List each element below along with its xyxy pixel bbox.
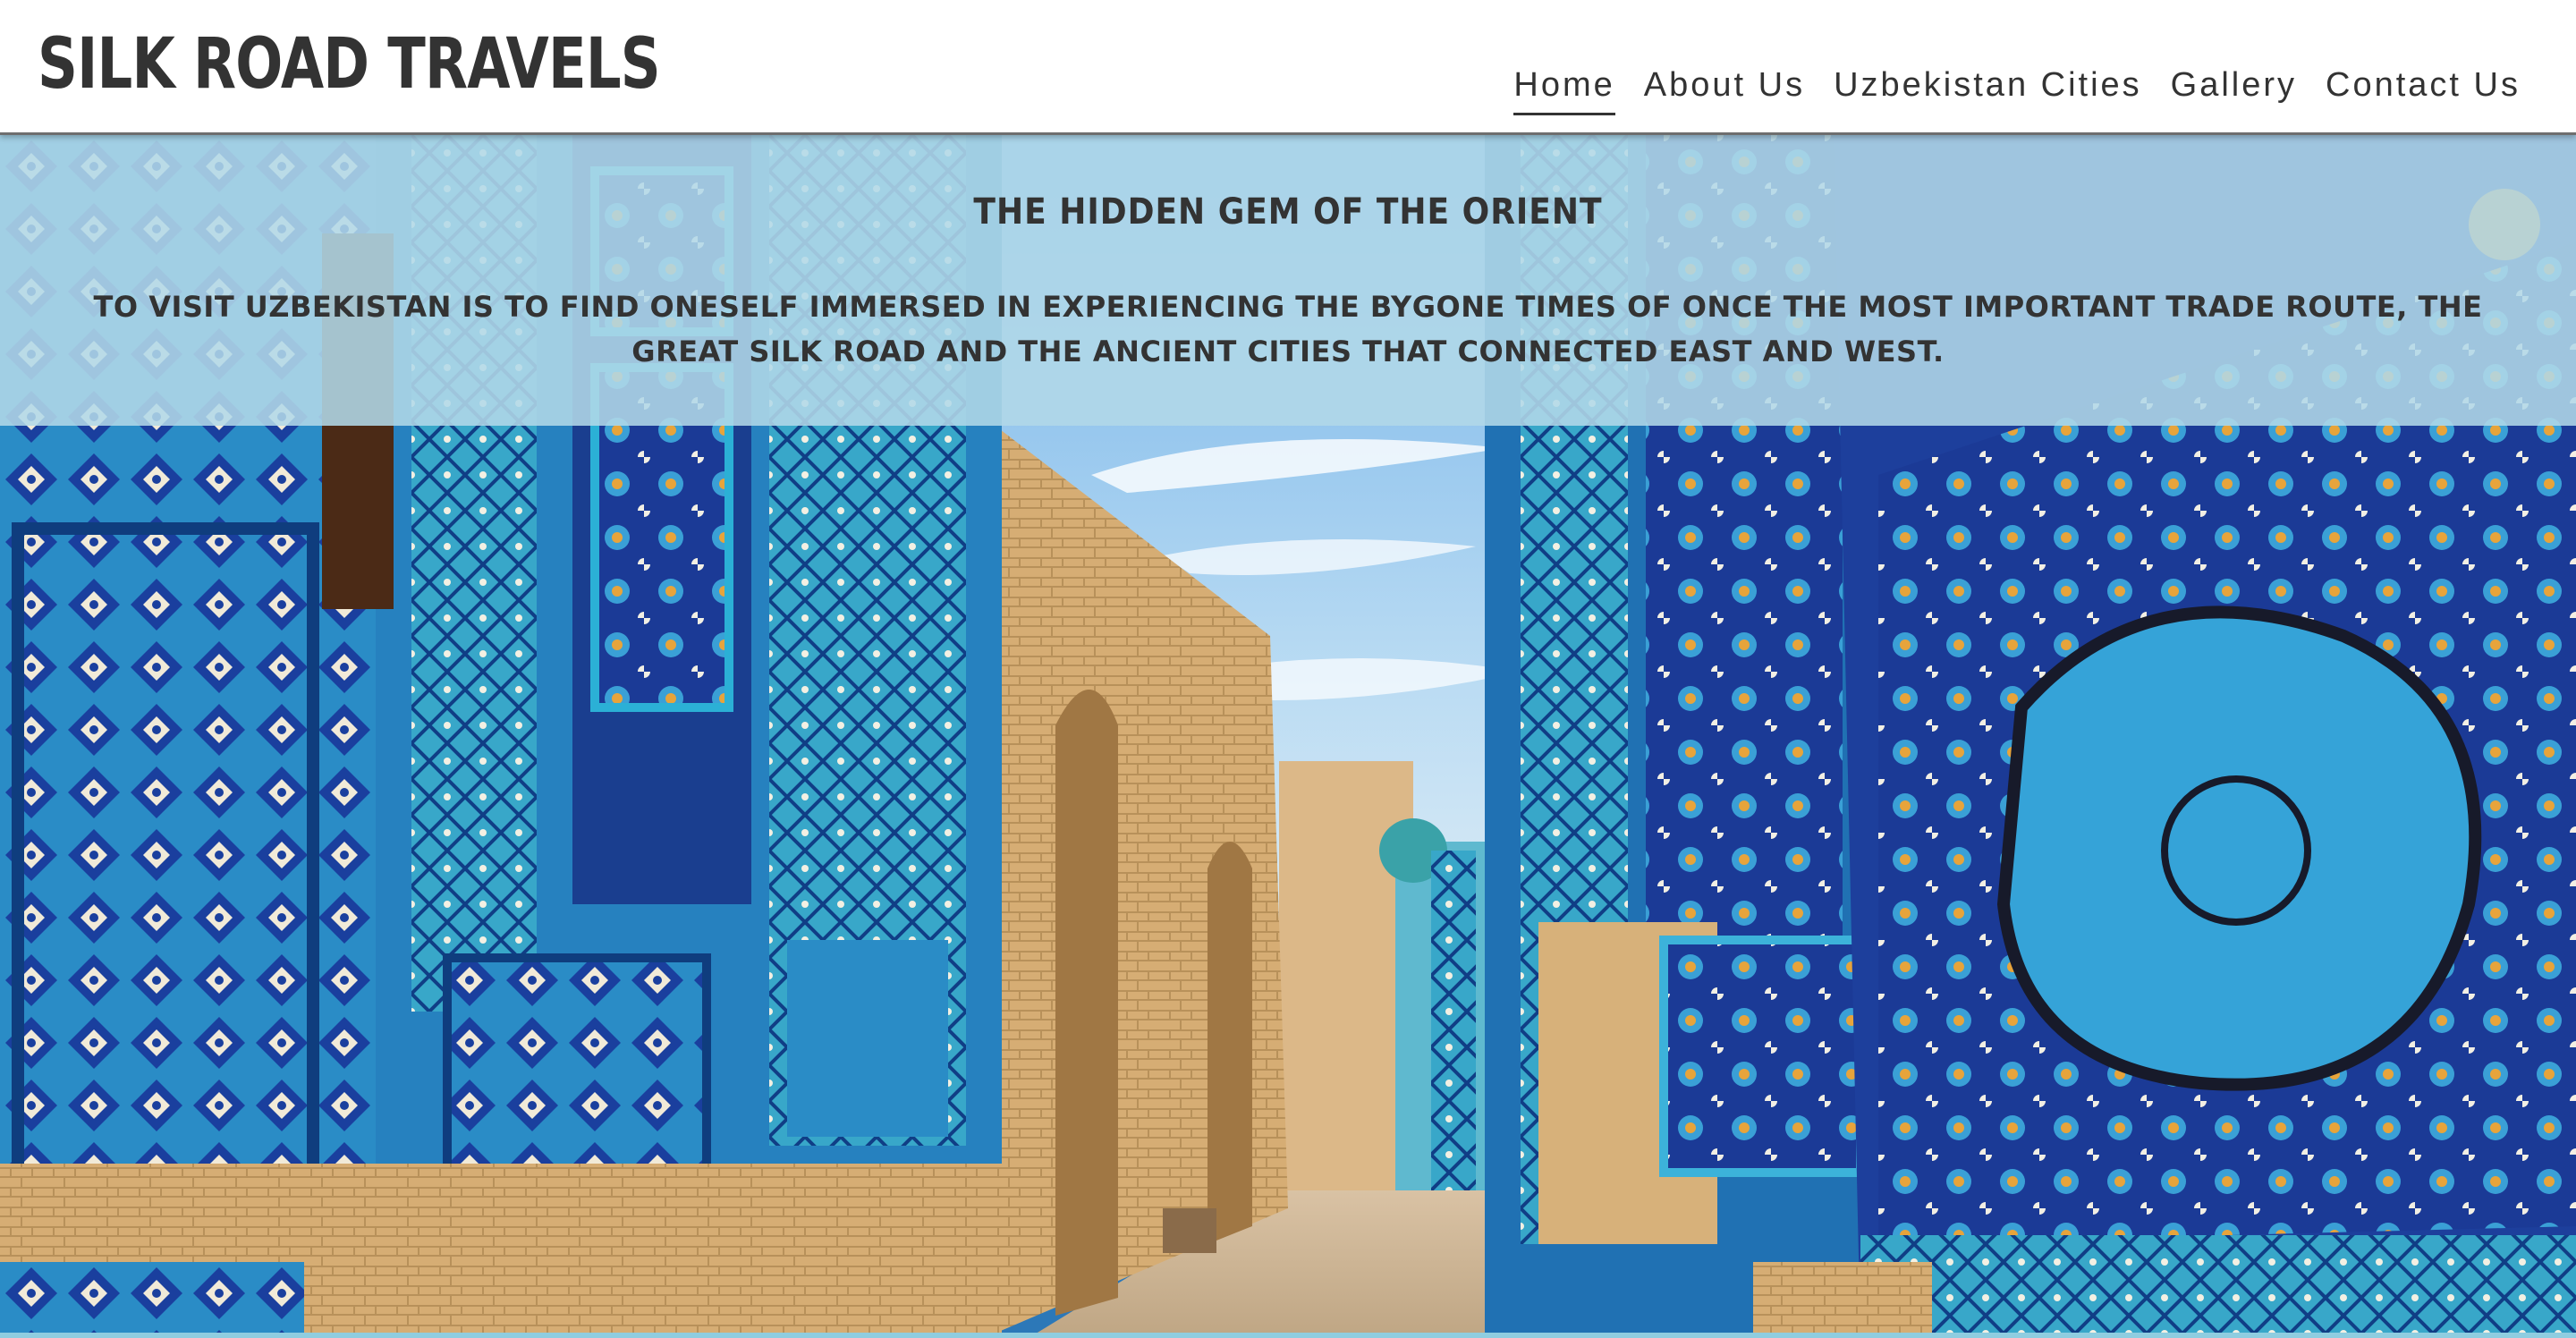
main-nav: Home About Us Uzbekistan Cities Gallery …: [1513, 63, 2521, 115]
site-header: SILK ROAD TRAVELS Home About Us Uzbekist…: [0, 0, 2576, 135]
hero-description: TO VISIT UZBEKISTAN IS TO FIND ONESELF I…: [93, 290, 2483, 368]
site-logo[interactable]: SILK ROAD TRAVELS: [38, 20, 661, 109]
nav-about-us[interactable]: About Us: [1644, 63, 1805, 113]
nav-contact-us[interactable]: Contact Us: [2326, 63, 2521, 113]
hero-section: THE HIDDEN GEM OF THE ORIENT TO VISIT UZ…: [0, 135, 2576, 1338]
hero-title: THE HIDDEN GEM OF THE ORIENT: [973, 191, 1603, 233]
hero-banner: THE HIDDEN GEM OF THE ORIENT TO VISIT UZ…: [0, 135, 2576, 426]
bottom-divider: [0, 1333, 2576, 1338]
nav-home[interactable]: Home: [1513, 63, 1615, 115]
nav-gallery[interactable]: Gallery: [2171, 63, 2297, 113]
nav-uzbekistan-cities[interactable]: Uzbekistan Cities: [1834, 63, 2142, 113]
